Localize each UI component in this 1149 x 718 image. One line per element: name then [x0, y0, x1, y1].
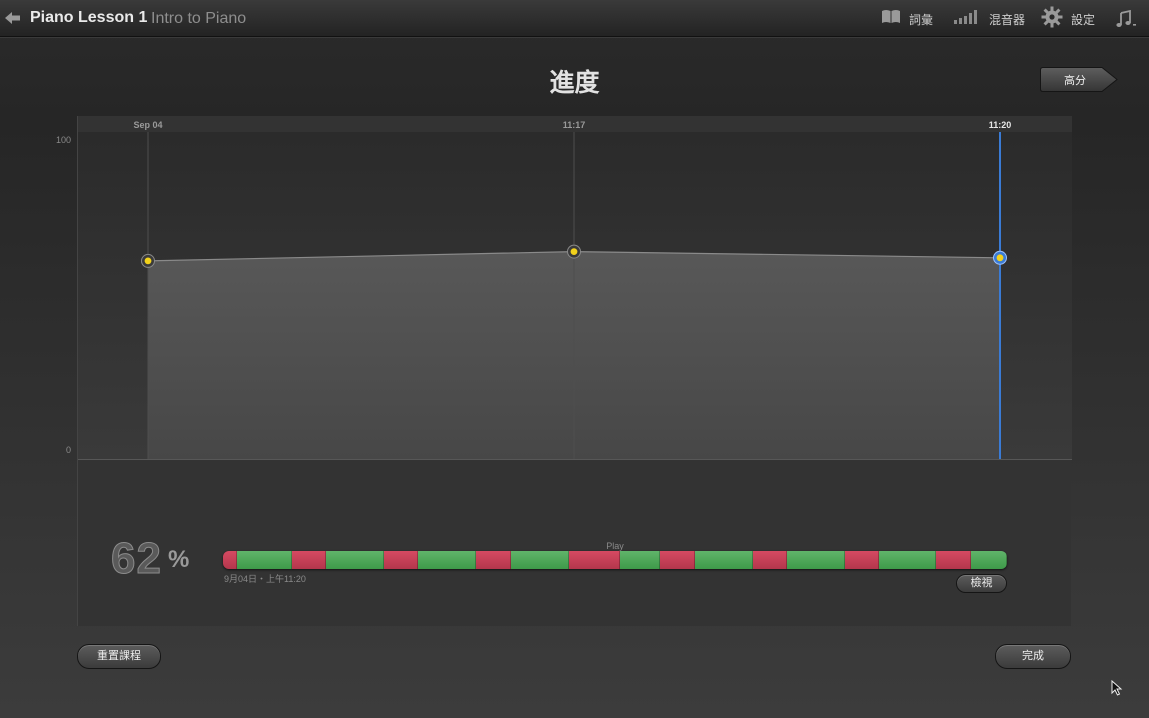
y-tick-label: 100	[56, 135, 71, 145]
timeline-segment-error	[223, 551, 238, 569]
timeline-segment-correct	[970, 551, 1007, 569]
top-bar: Piano Lesson 1 Intro to Piano 詞彙 混音器 設定	[0, 0, 1149, 37]
attempt-date: 9月04日・上午11:20	[224, 574, 306, 584]
music-note-icon[interactable]	[1115, 8, 1137, 30]
timeline-segment-correct	[237, 551, 292, 569]
data-point-dot	[144, 257, 152, 265]
lesson-title: Piano Lesson 1	[30, 9, 148, 26]
timeline-segment-error	[752, 551, 788, 569]
timeline-segment-correct	[787, 551, 845, 569]
timeline-segment-correct	[326, 551, 385, 569]
performance-timeline	[223, 551, 1007, 569]
timeline-segment-error	[476, 551, 511, 569]
progress-chart: 100 0 Sep 04 11:17 11:20	[56, 116, 1072, 460]
back-arrow-icon[interactable]	[3, 9, 23, 27]
data-point[interactable]	[567, 244, 581, 259]
mixer-button[interactable]: 混音器	[953, 8, 1025, 30]
mouse-cursor-icon	[1111, 679, 1123, 696]
book-icon	[881, 9, 901, 30]
timeline-segment-correct	[694, 551, 753, 569]
section-label: Play	[606, 541, 624, 551]
x-tick-label: Sep 04	[133, 120, 162, 130]
timeline-segment-error	[568, 551, 620, 569]
percent-sign: %	[168, 546, 190, 573]
mixer-icon	[953, 9, 979, 30]
result-section	[78, 460, 1071, 626]
score-percent: 62	[111, 534, 162, 584]
view-button[interactable]: 檢視	[956, 574, 1007, 593]
timeline-segment-correct	[510, 551, 569, 569]
mixer-label: 混音器	[989, 12, 1026, 27]
data-point-dot	[570, 248, 578, 256]
x-tick-label: 11:20	[989, 120, 1012, 130]
settings-label: 設定	[1071, 12, 1096, 27]
timeline-segment-error	[844, 551, 880, 569]
timeline-segment-error	[660, 551, 695, 569]
y-tick-label: 0	[66, 445, 71, 455]
gear-icon	[1041, 6, 1063, 33]
x-tick-label: 11:17	[563, 120, 586, 130]
timeline-segment-correct	[417, 551, 477, 569]
reset-lesson-button[interactable]: 重置課程	[77, 644, 161, 669]
data-point-dot	[996, 254, 1004, 262]
timeline-segment-correct	[879, 551, 937, 569]
lesson-subtitle: Intro to Piano	[151, 10, 247, 27]
timeline-segment-error	[384, 551, 418, 569]
done-button[interactable]: 完成	[995, 644, 1071, 669]
glossary-button[interactable]: 詞彙	[881, 8, 933, 30]
timeline-segment-error	[936, 551, 971, 569]
data-point[interactable]	[141, 253, 155, 268]
timeline-segment-correct	[619, 551, 661, 569]
timeline-segment-error	[291, 551, 327, 569]
glossary-label: 詞彙	[909, 12, 934, 27]
settings-button[interactable]: 設定	[1041, 6, 1096, 33]
high-score-button[interactable]: 高分	[1040, 67, 1118, 92]
page-title: 進度	[549, 69, 600, 97]
data-point[interactable]	[993, 250, 1007, 265]
high-score-label: 高分	[1064, 75, 1086, 87]
